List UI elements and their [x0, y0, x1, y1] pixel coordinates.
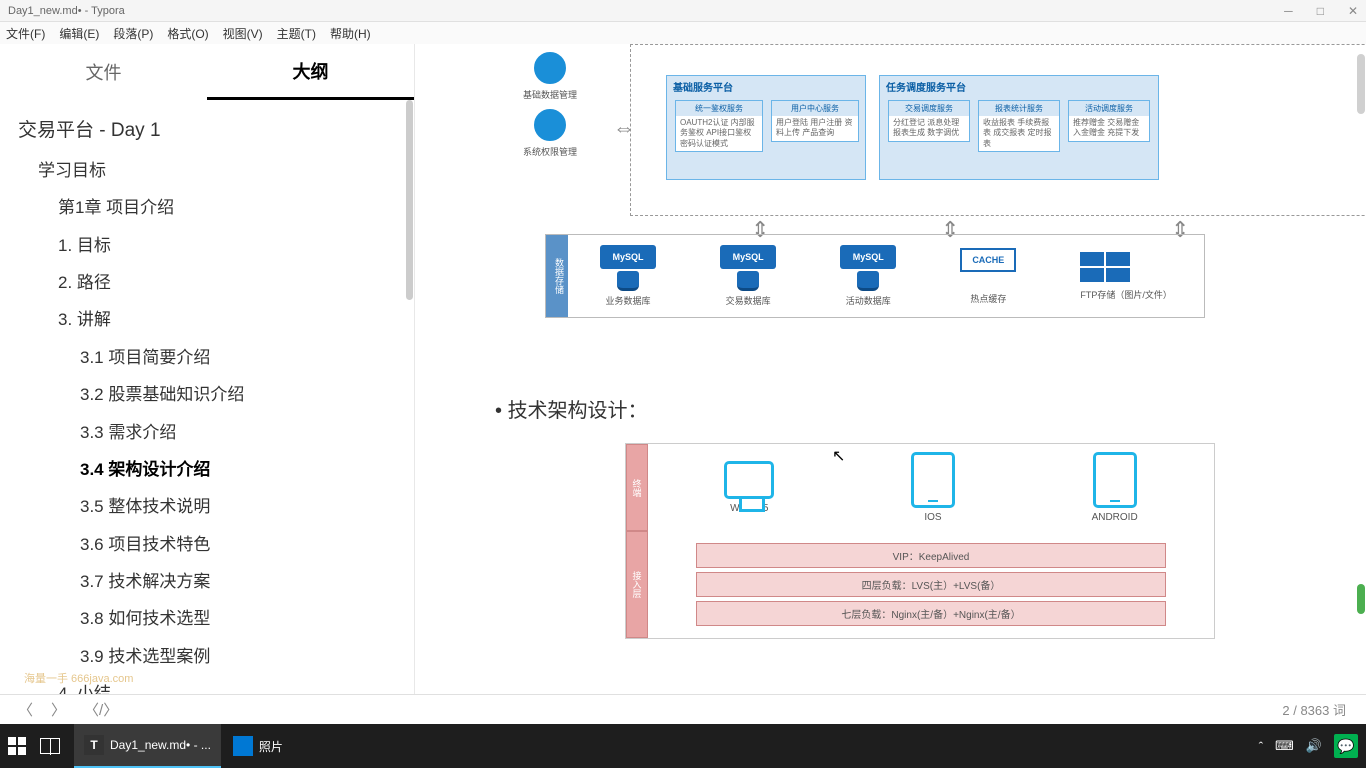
- sys-perm-label: 系统权限管理: [515, 145, 585, 158]
- monitor-icon: [724, 461, 774, 499]
- outline-s34[interactable]: 3.4 架构设计介绍: [80, 451, 414, 488]
- outline-s35[interactable]: 3.5 整体技术说明: [80, 488, 414, 525]
- menu-theme[interactable]: 主题(T): [277, 25, 316, 42]
- outline-s37[interactable]: 3.7 技术解决方案: [80, 563, 414, 600]
- auth-service: 统一鉴权服务: [676, 101, 762, 116]
- tray-chevron-up-icon[interactable]: ˆ: [1259, 739, 1263, 754]
- outline-s32[interactable]: 3.2 股票基础知识介绍: [80, 376, 414, 413]
- db-icon: [857, 271, 879, 291]
- arrow-icon: ⇔: [613, 115, 635, 141]
- outline-ch1[interactable]: 第1章 项目介绍: [58, 189, 414, 226]
- user-service: 用户中心服务: [772, 101, 858, 116]
- dashed-zone: ⇔ 基础服务平台 统一鉴权服务 OAUTH2认证 内部服务鉴权 API接口鉴权 …: [630, 44, 1366, 216]
- plat2-title: 任务调度服务平台: [880, 76, 1158, 97]
- content-scrollbar[interactable]: [1357, 54, 1365, 114]
- start-button[interactable]: [8, 737, 26, 755]
- sidebar: 文件 大纲 交易平台 - Day 1 学习目标 第1章 项目介绍 1. 目标 2…: [0, 44, 415, 694]
- outline-study[interactable]: 学习目标: [38, 152, 414, 189]
- user-items: 用户登陆 用户注册 资料上传 产品查询: [772, 116, 858, 141]
- close-button[interactable]: ✕: [1348, 4, 1358, 18]
- mysql-icon: MySQL: [600, 245, 656, 269]
- storage-layer: 数据存储 MySQL 业务数据库 MySQL 交易数据库 MySQL: [545, 234, 1205, 318]
- word-count[interactable]: 2 / 8363 词: [1282, 700, 1346, 719]
- trade-sched: 交易调度服务: [889, 101, 969, 116]
- outline-s31[interactable]: 3.1 项目简要介绍: [80, 339, 414, 376]
- menu-file[interactable]: 文件(F): [6, 25, 45, 42]
- access-tier-label: 接入层: [626, 531, 648, 638]
- outline-s36[interactable]: 3.6 项目技术特色: [80, 526, 414, 563]
- menu-bar: 文件(F) 编辑(E) 段落(P) 格式(O) 视图(V) 主题(T) 帮助(H…: [0, 22, 1366, 44]
- ftp-icon: [1080, 252, 1130, 282]
- content-scroll-indicator[interactable]: [1357, 584, 1365, 614]
- title-bar: Day1_new.md• - Typora ─ □ ✕: [0, 0, 1366, 22]
- vip-bar: VIP：KeepAlived: [696, 543, 1166, 568]
- phone-icon: [1093, 452, 1137, 508]
- forward-button[interactable]: 〉: [51, 699, 66, 720]
- task-view-button[interactable]: [40, 738, 60, 754]
- outline-panel: 交易平台 - Day 1 学习目标 第1章 项目介绍 1. 目标 2. 路径 3…: [0, 100, 414, 694]
- db-icon: [737, 271, 759, 291]
- menu-view[interactable]: 视图(V): [223, 25, 263, 42]
- editor-content[interactable]: 基础数据管理 系统权限管理 ⇔ 基础服务平台 统一鉴权服务 OAUTH2认证 内…: [415, 44, 1366, 694]
- globe-icon: [534, 52, 566, 84]
- tab-files[interactable]: 文件: [0, 44, 207, 100]
- taskbar-typora[interactable]: T Day1_new.md• - ...: [74, 724, 221, 768]
- outline-scrollbar[interactable]: [406, 100, 413, 610]
- terminal-tier-label: 终端: [626, 444, 648, 531]
- mysql-icon: MySQL: [720, 245, 776, 269]
- outline-s38[interactable]: 3.8 如何技术选型: [80, 600, 414, 637]
- menu-edit[interactable]: 编辑(E): [59, 25, 99, 42]
- phone-icon: [911, 452, 955, 508]
- typora-icon: T: [84, 735, 104, 755]
- taskbar-photos[interactable]: 照片: [223, 724, 293, 768]
- mysql-icon: MySQL: [840, 245, 896, 269]
- report-stat: 报表统计服务: [979, 101, 1059, 116]
- l4-bar: 四层负载：LVS(主）+LVS(备）: [696, 572, 1166, 597]
- menu-paragraph[interactable]: 段落(P): [113, 25, 153, 42]
- basic-data-label: 基础数据管理: [515, 88, 585, 101]
- architecture-diagram-1: 基础数据管理 系统权限管理 ⇔ 基础服务平台 统一鉴权服务 OAUTH2认证 内…: [445, 44, 1336, 354]
- photos-icon: [233, 736, 253, 756]
- architecture-diagram-2: 终端 WEB/H5 IOS ANDROID 接入层 VIP：KeepAlived…: [625, 443, 1215, 639]
- outline-h1[interactable]: 交易平台 - Day 1: [18, 110, 414, 152]
- auth-items: OAUTH2认证 内部服务鉴权 API接口鉴权 密码认证模式: [676, 116, 762, 151]
- source-button[interactable]: 〈/〉: [84, 699, 118, 720]
- status-bar: 〈 〉 〈/〉 2 / 8363 词: [0, 694, 1366, 724]
- tray-volume-icon[interactable]: 🔊: [1306, 738, 1322, 754]
- tray-ime-icon[interactable]: ⌨: [1275, 738, 1294, 754]
- minimize-button[interactable]: ─: [1284, 4, 1293, 18]
- menu-help[interactable]: 帮助(H): [330, 25, 371, 42]
- l7-bar: 七层负载：Nginx(主/备）+Nginx(主/备）: [696, 601, 1166, 626]
- tray-notification-icon[interactable]: 💬: [1334, 734, 1358, 758]
- outline-s1[interactable]: 1. 目标: [58, 227, 414, 264]
- globe-icon: [534, 109, 566, 141]
- db-icon: [617, 271, 639, 291]
- storage-label: 数据存储: [546, 235, 568, 317]
- windows-taskbar: T Day1_new.md• - ... 照片 ˆ ⌨ 🔊 💬: [0, 724, 1366, 768]
- outline-s2[interactable]: 2. 路径: [58, 264, 414, 301]
- menu-format[interactable]: 格式(O): [167, 25, 208, 42]
- watermark: 海量一手 666java.com: [24, 670, 133, 686]
- tech-arch-heading: • 技术架构设计：: [495, 394, 1336, 423]
- plat1-title: 基础服务平台: [667, 76, 865, 97]
- outline-s3[interactable]: 3. 讲解: [58, 301, 414, 338]
- cache-icon: CACHE: [960, 248, 1016, 272]
- back-button[interactable]: 〈: [18, 699, 33, 720]
- tab-outline[interactable]: 大纲: [207, 44, 414, 100]
- event-sched: 活动调度服务: [1069, 101, 1149, 116]
- maximize-button[interactable]: □: [1317, 4, 1324, 18]
- window-title: Day1_new.md• - Typora: [8, 5, 125, 17]
- outline-s33[interactable]: 3.3 需求介绍: [80, 414, 414, 451]
